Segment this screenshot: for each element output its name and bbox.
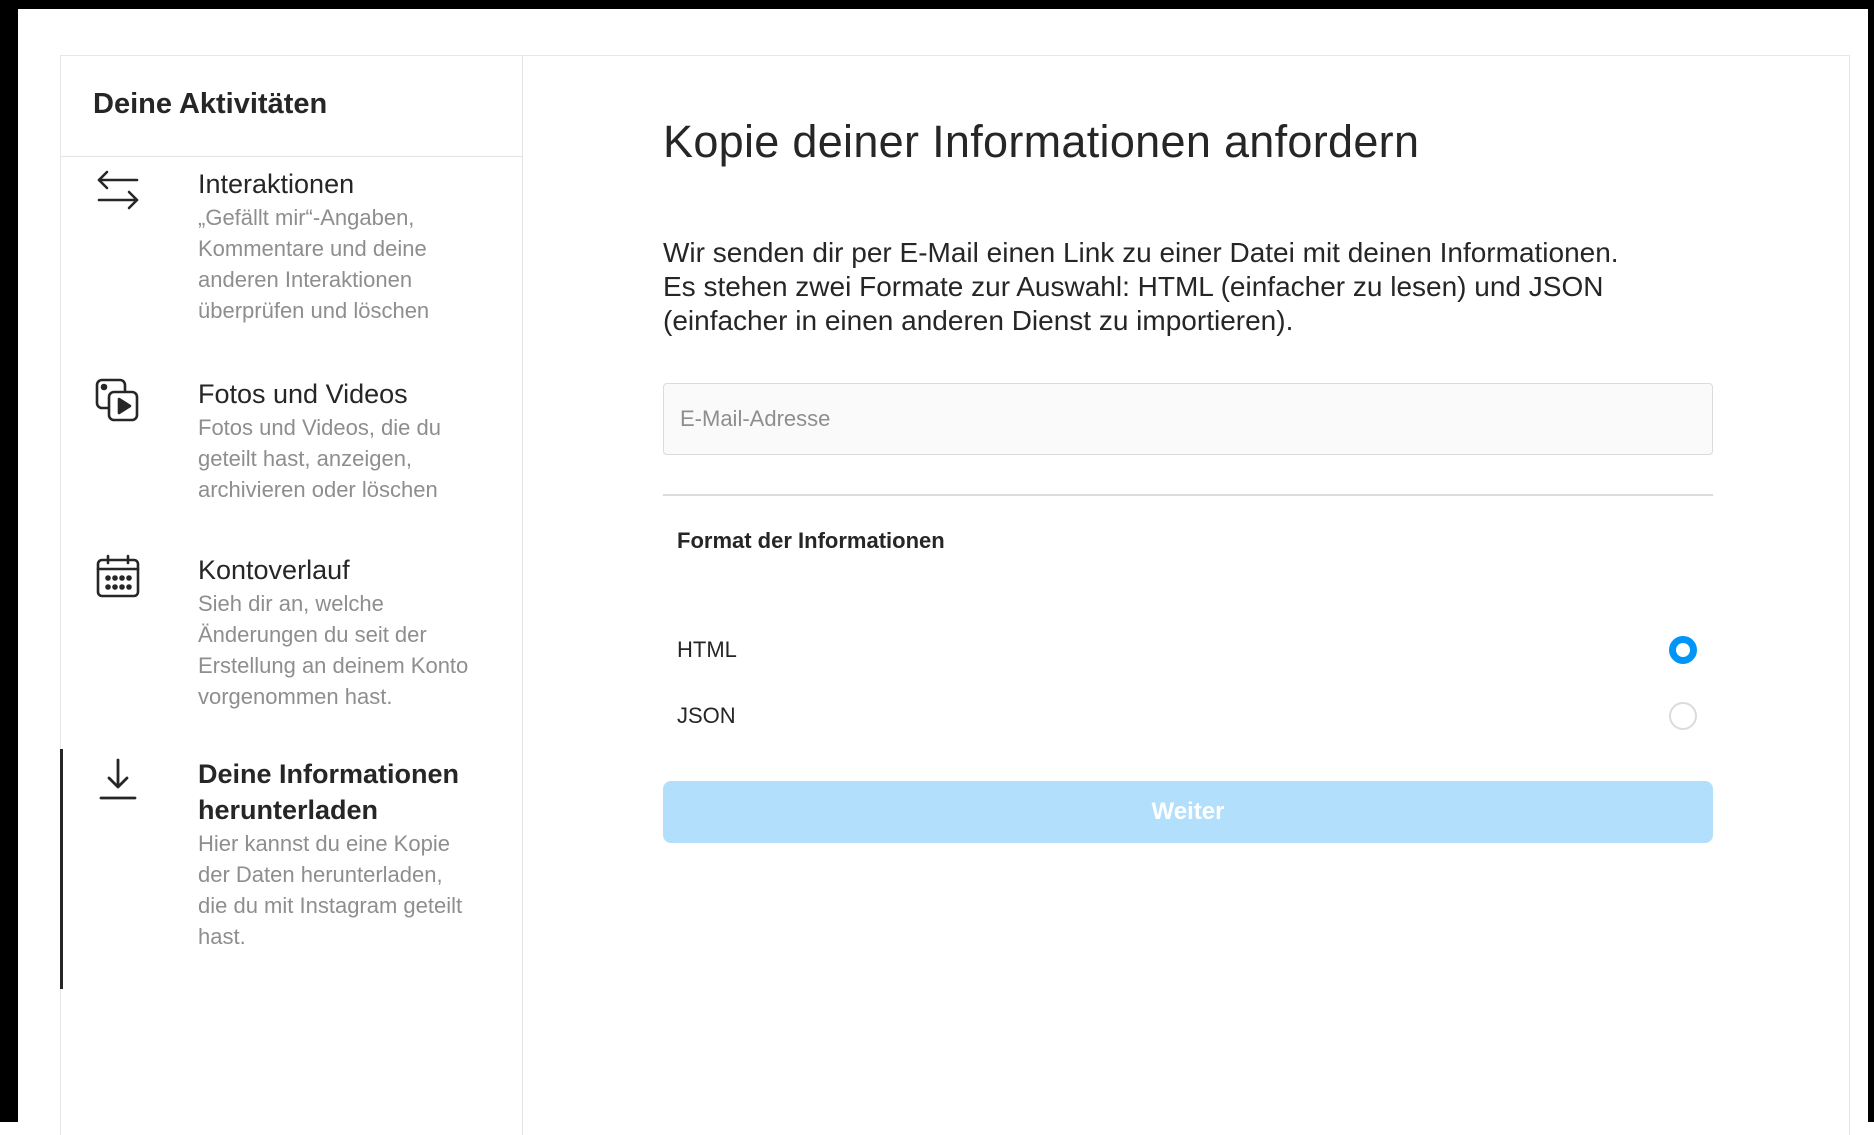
radio-html[interactable]	[1669, 636, 1697, 664]
radio-json[interactable]	[1669, 702, 1697, 730]
sidebar-item-texts: Deine Informationen herunterladen Hier k…	[198, 756, 491, 952]
option-label: JSON	[677, 703, 736, 728]
sidebar-item-desc: „Gefällt mir“-Angaben, Kommentare und de…	[198, 205, 430, 323]
sidebar-item-title: Fotos und Videos	[198, 379, 408, 409]
intro-text: Wir senden dir per E-Mail einen Link zu …	[663, 237, 1619, 336]
sidebar-item-title: Kontoverlauf	[198, 555, 350, 585]
format-option-html[interactable]: HTML	[677, 631, 1697, 671]
format-label: Format der Informationen	[677, 528, 945, 553]
sidebar-item-title: Interaktionen	[198, 169, 355, 199]
sidebar-item-desc: Hier kannst du eine Kopie der Daten heru…	[198, 831, 463, 949]
sidebar-item-texts: Fotos und Videos Fotos und Videos, die d…	[198, 376, 491, 505]
photos-videos-icon	[93, 376, 143, 426]
sidebar-item-texts: Interaktionen „Gefällt mir“-Angaben, Kom…	[198, 166, 491, 326]
sidebar-item-kontoverlauf[interactable]: Kontoverlauf Sieh dir an, welche Änderun…	[61, 552, 521, 712]
sidebar: Deine Aktivitäten Interaktionen „Gefällt…	[60, 56, 523, 1135]
sidebar-item-texts: Kontoverlauf Sieh dir an, welche Änderun…	[198, 552, 491, 712]
sidebar-item-desc: Sieh dir an, welche Änderungen du seit d…	[198, 591, 469, 709]
sidebar-title: Deine Aktivitäten	[61, 56, 522, 157]
weiter-button[interactable]: Weiter	[663, 781, 1713, 843]
sidebar-item-fotos-videos[interactable]: Fotos und Videos Fotos und Videos, die d…	[61, 376, 521, 506]
sidebar-item-interaktionen[interactable]: Interaktionen „Gefällt mir“-Angaben, Kom…	[61, 166, 521, 326]
option-label: HTML	[677, 637, 737, 662]
download-icon	[93, 756, 143, 806]
sidebar-item-desc: Fotos und Videos, die du geteilt hast, a…	[198, 415, 441, 502]
calendar-icon	[93, 552, 143, 602]
sidebar-item-informationen-herunterladen[interactable]: Deine Informationen herunterladen Hier k…	[61, 756, 521, 986]
settings-card: Deine Aktivitäten Interaktionen „Gefällt…	[60, 55, 1850, 1135]
page-title: Kopie deiner Informationen anfordern	[663, 116, 1420, 167]
swap-arrows-icon	[93, 166, 143, 216]
main-panel: Kopie deiner Informationen anfordern Wir…	[523, 56, 1849, 1135]
divider	[663, 494, 1713, 496]
format-option-json[interactable]: JSON	[677, 697, 1697, 737]
email-field[interactable]	[663, 383, 1713, 455]
sidebar-item-title: Deine Informationen herunterladen	[198, 759, 460, 825]
